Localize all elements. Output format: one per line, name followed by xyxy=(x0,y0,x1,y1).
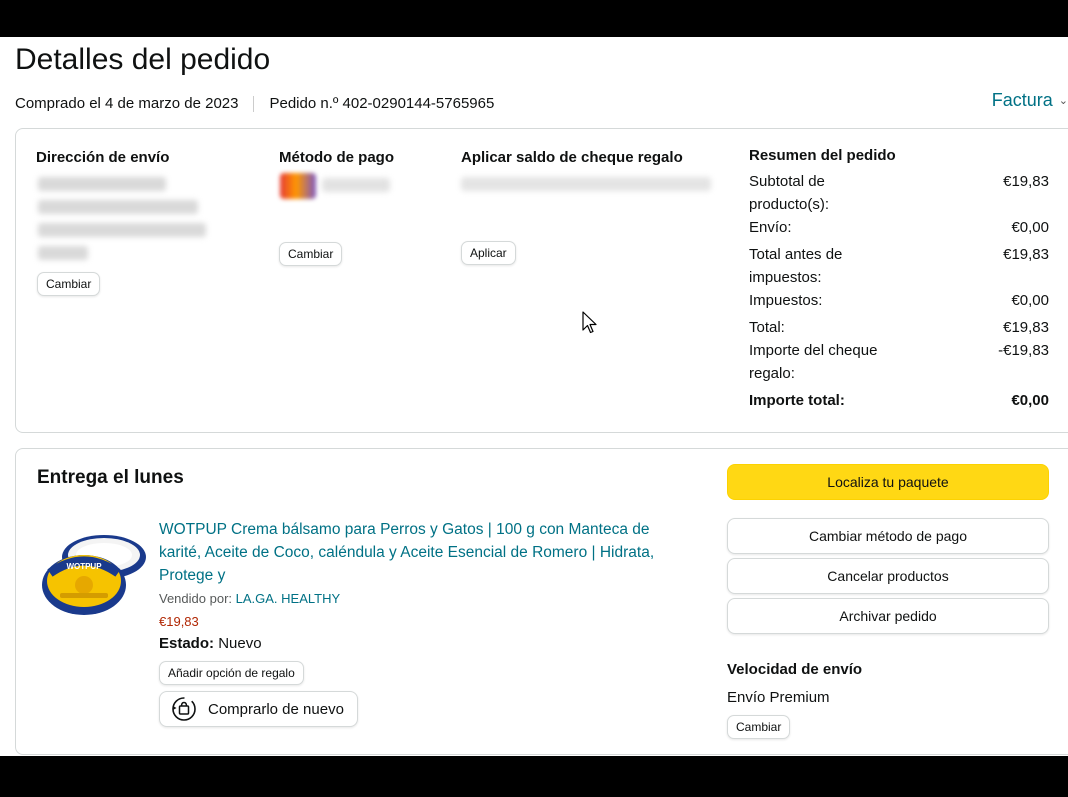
shipping-speed-value: Envío Premium xyxy=(727,689,830,706)
purchase-date: Comprado el 4 de marzo de 2023 xyxy=(15,95,239,112)
change-shipping-speed-button[interactable]: Cambiar xyxy=(727,715,791,739)
order-details-page: Detalles del pedido Comprado el 4 de mar… xyxy=(0,37,1068,756)
redacted-address-line xyxy=(38,223,206,237)
summary-total-row: Importe total: €0,00 xyxy=(749,392,1049,409)
product-logo-text: WOTPUP xyxy=(66,562,102,571)
delivery-heading: Entrega el lunes xyxy=(37,467,184,488)
delivery-card: Entrega el lunes WOTPUP WOTPUP Crema bál… xyxy=(15,448,1068,755)
credit-card-icon xyxy=(280,173,316,199)
summary-row: Subtotal de producto(s): €19,83 xyxy=(749,173,1049,213)
shipping-address-heading: Dirección de envío xyxy=(36,149,170,166)
change-payment-method-button[interactable]: Cambiar método de pago xyxy=(727,518,1049,554)
seller-link[interactable]: LA.GA. HEALTHY xyxy=(236,591,341,606)
summary-row: Envío: €0,00 xyxy=(749,219,1049,236)
order-meta: Comprado el 4 de marzo de 2023 Pedido n.… xyxy=(15,95,494,112)
redacted-card-number xyxy=(322,178,390,192)
redacted-address-line xyxy=(38,177,166,191)
invoice-label: Factura xyxy=(991,90,1053,110)
buy-again-icon xyxy=(172,697,196,721)
summary-row: Importe del cheque regalo: -€19,83 xyxy=(749,342,1049,382)
add-gift-option-button[interactable]: Añadir opción de regalo xyxy=(159,661,304,685)
archive-order-button[interactable]: Archivar pedido xyxy=(727,598,1049,634)
cancel-items-button[interactable]: Cancelar productos xyxy=(727,558,1049,594)
shipping-speed-heading: Velocidad de envío xyxy=(727,661,863,678)
mouse-cursor-icon xyxy=(582,311,597,334)
divider xyxy=(253,95,255,112)
sold-by: Vendido por: LA.GA. HEALTHY xyxy=(159,591,341,606)
order-info-card: Dirección de envío Cambiar Método de pag… xyxy=(15,128,1068,433)
buy-again-label: Comprarlo de nuevo xyxy=(208,700,344,718)
summary-row: Impuestos: €0,00 xyxy=(749,292,1049,309)
gift-card-heading: Aplicar saldo de cheque regalo xyxy=(461,149,683,166)
redacted-gift-balance xyxy=(461,177,711,191)
order-number: Pedido n.º 402-0290144-5765965 xyxy=(269,95,495,112)
invoice-dropdown[interactable]: Factura ⌄ xyxy=(992,90,1068,111)
summary-row: Total antes de impuestos: €19,83 xyxy=(749,246,1049,286)
redacted-address-line xyxy=(38,246,88,260)
summary-row: Total: €19,83 xyxy=(749,319,1049,336)
product-price: €19,83 xyxy=(159,614,199,629)
apply-gift-button[interactable]: Aplicar xyxy=(461,241,516,265)
product-title-link[interactable]: WOTPUP Crema bálsamo para Perros y Gatos… xyxy=(159,518,679,587)
change-address-button[interactable]: Cambiar xyxy=(37,272,101,296)
change-payment-button[interactable]: Cambiar xyxy=(279,242,343,266)
chevron-down-icon: ⌄ xyxy=(1058,95,1068,107)
order-summary: Resumen del pedido Subtotal de producto(… xyxy=(749,147,1049,412)
product-image[interactable]: WOTPUP xyxy=(42,529,148,617)
track-package-button[interactable]: Localiza tu paquete xyxy=(727,464,1049,500)
summary-heading: Resumen del pedido xyxy=(749,147,896,164)
redacted-address-line xyxy=(38,200,198,214)
payment-method-heading: Método de pago xyxy=(279,149,394,166)
product-condition: Estado: Nuevo xyxy=(159,635,262,652)
page-title: Detalles del pedido xyxy=(15,43,271,76)
buy-again-button[interactable]: Comprarlo de nuevo xyxy=(159,691,358,727)
